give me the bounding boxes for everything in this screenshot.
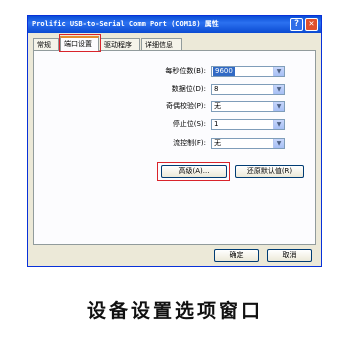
data-bits-value: 8 [214,85,219,93]
setting-row-baud: 每秒位数(B): 9600 ▼ [34,66,317,77]
stop-bits-value: 1 [214,120,219,128]
cancel-button[interactable]: 取消 [267,249,312,262]
tab-details[interactable]: 详细信息 [141,38,182,50]
tab-highlight-box [59,34,101,52]
chevron-down-icon[interactable]: ▼ [273,139,284,148]
stop-bits-label: 停止位(S): [172,120,206,128]
chevron-down-icon[interactable]: ▼ [273,67,284,76]
restore-defaults-button[interactable]: 还原默认值(R) [235,165,304,178]
close-button[interactable]: ✕ [305,18,318,31]
parity-select[interactable]: 无 ▼ [211,101,285,112]
chevron-down-icon[interactable]: ▼ [273,120,284,129]
window-title: Prolific USB-to-Serial Comm Port (COM18)… [32,20,219,28]
setting-row-stop-bits: 停止位(S): 1 ▼ [34,119,317,130]
data-bits-label: 数据位(D): [171,85,206,93]
title-bar[interactable]: Prolific USB-to-Serial Comm Port (COM18)… [28,16,321,33]
tab-general[interactable]: 常规 [33,38,59,50]
port-settings-panel: 每秒位数(B): 9600 ▼ 数据位(D): 8 ▼ 奇偶校验(P): 无 ▼… [33,50,316,245]
flow-control-label: 流控制(F): [173,139,206,147]
ok-button[interactable]: 确定 [214,249,259,262]
chevron-down-icon[interactable]: ▼ [273,85,284,94]
setting-row-parity: 奇偶校验(P): 无 ▼ [34,101,317,112]
parity-value: 无 [214,102,221,110]
properties-dialog: Prolific USB-to-Serial Comm Port (COM18)… [27,15,322,267]
setting-row-flow-control: 流控制(F): 无 ▼ [34,138,317,149]
data-bits-select[interactable]: 8 ▼ [211,84,285,95]
flow-control-value: 无 [214,139,221,147]
baud-rate-value: 9600 [213,67,235,76]
setting-row-data-bits: 数据位(D): 8 ▼ [34,84,317,95]
tab-driver[interactable]: 驱动程序 [100,38,140,50]
baud-rate-select[interactable]: 9600 ▼ [211,66,285,77]
flow-control-select[interactable]: 无 ▼ [211,138,285,149]
stop-bits-select[interactable]: 1 ▼ [211,119,285,130]
advanced-button[interactable]: 高级(A)... [161,165,227,178]
parity-label: 奇偶校验(P): [165,102,206,110]
baud-rate-label: 每秒位数(B): [165,67,206,75]
chevron-down-icon[interactable]: ▼ [273,102,284,111]
help-button[interactable]: ? [290,18,303,31]
figure-caption: 设备设置选项窗口 [86,300,263,322]
